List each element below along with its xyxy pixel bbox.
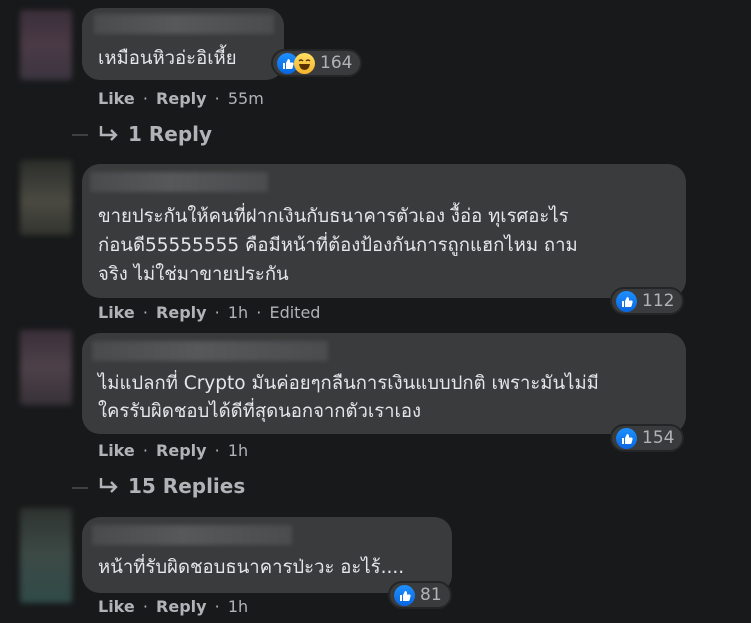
reply-link[interactable]: Reply <box>156 89 207 108</box>
separator: · <box>214 441 220 460</box>
comment-thread: เหมือนหิวอ่ะอิเหี้ย 164 Like · Reply · 5… <box>0 0 751 623</box>
like-icon <box>616 427 637 449</box>
comment-bubble: เหมือนหิวอ่ะอิเหี้ย <box>82 8 284 80</box>
separator: · <box>142 441 148 460</box>
comment-actions: Like · Reply · 1h <box>98 597 248 616</box>
avatar[interactable] <box>20 160 72 235</box>
comment-text: ใครรับผิดชอบได้ดีที่สุดนอกจากตัวเราเอง <box>98 401 422 422</box>
comment-text: ก่อนดี55555555 คือมีหน้าที่ต้องป้องกันกา… <box>98 235 578 256</box>
like-icon <box>616 290 637 312</box>
comment-actions: Like · Reply · 55m <box>98 89 264 108</box>
replies-label: 15 Replies <box>128 474 246 498</box>
comment-text: ไม่แปลกที่ Crypto มันค่อยๆกลืนการเงินแบบ… <box>98 373 599 394</box>
reply-link[interactable]: Reply <box>156 597 207 616</box>
replies-label: 1 Reply <box>128 122 213 146</box>
like-link[interactable]: Like <box>98 89 135 108</box>
separator: · <box>142 303 148 322</box>
commenter-name[interactable] <box>94 14 274 34</box>
separator: · <box>214 597 220 616</box>
timestamp[interactable]: 1h <box>228 303 248 322</box>
comment-bubble: ไม่แปลกที่ Crypto มันค่อยๆกลืนการเงินแบบ… <box>82 333 686 434</box>
timestamp[interactable]: 55m <box>228 89 264 108</box>
comment-text: ขายประกันให้คนที่ฝากเงินกับธนาคารตัวเอง … <box>98 206 569 227</box>
like-link[interactable]: Like <box>98 597 135 616</box>
reaction-summary[interactable]: 112 <box>610 287 685 315</box>
commenter-name[interactable] <box>92 525 292 545</box>
avatar[interactable] <box>20 508 72 603</box>
commenter-name[interactable] <box>92 341 328 361</box>
separator: · <box>256 303 262 322</box>
comment-bubble: ขายประกันให้คนที่ฝากเงินกับธนาคารตัวเอง … <box>82 164 686 298</box>
thread-line <box>72 487 88 489</box>
reaction-summary[interactable]: 81 <box>388 581 452 609</box>
avatar[interactable] <box>20 10 72 80</box>
separator: · <box>142 597 148 616</box>
reply-link[interactable]: Reply <box>156 441 207 460</box>
reaction-count: 154 <box>642 428 675 448</box>
reaction-count: 81 <box>420 585 442 605</box>
comment-actions: Like · Reply · 1h <box>98 441 248 460</box>
reaction-summary[interactable]: 164 <box>271 49 363 77</box>
edited-label[interactable]: Edited <box>269 303 320 322</box>
reply-arrow-icon <box>99 126 118 141</box>
commenter-name[interactable] <box>90 172 268 192</box>
reply-arrow-icon <box>99 478 118 493</box>
timestamp[interactable]: 1h <box>228 441 248 460</box>
view-replies-link[interactable]: 1 Reply <box>98 122 212 146</box>
like-link[interactable]: Like <box>98 303 135 322</box>
separator: · <box>214 303 220 322</box>
comment-text: หน้าที่รับผิดชอบธนาคารป่ะวะ อะไร้.... <box>98 557 405 578</box>
reply-link[interactable]: Reply <box>156 303 207 322</box>
view-replies-link[interactable]: 15 Replies <box>98 474 245 498</box>
comment-actions: Like · Reply · 1h · Edited <box>98 303 320 322</box>
thread-line <box>72 134 88 136</box>
reaction-count: 112 <box>642 291 675 311</box>
like-link[interactable]: Like <box>98 441 135 460</box>
separator: · <box>214 89 220 108</box>
like-icon <box>394 584 415 606</box>
reaction-summary[interactable]: 154 <box>610 424 685 452</box>
reaction-count: 164 <box>320 53 353 73</box>
haha-icon <box>294 52 315 74</box>
timestamp[interactable]: 1h <box>228 597 248 616</box>
comment-text: เหมือนหิวอ่ะอิเหี้ย <box>98 48 237 69</box>
separator: · <box>142 89 148 108</box>
avatar[interactable] <box>20 330 72 405</box>
comment-text: จริง ไม่ใช่มาขายประกัน <box>98 264 289 285</box>
